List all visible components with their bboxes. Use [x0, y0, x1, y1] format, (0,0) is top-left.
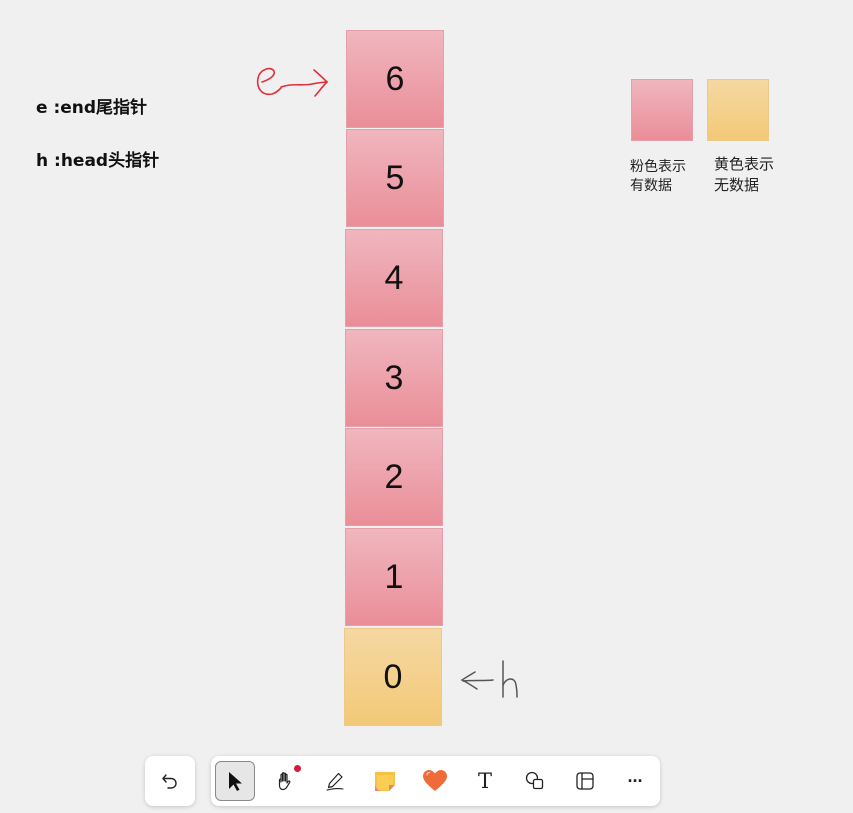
- heart-icon: [423, 770, 447, 791]
- head-pointer-ink-arrow[interactable]: [455, 655, 525, 700]
- sticky-note-tool-button[interactable]: [365, 761, 405, 801]
- queue-cell-2[interactable]: 2: [345, 428, 443, 526]
- end-pointer-note[interactable]: e :end尾指针: [36, 93, 147, 118]
- legend-yellow-line2: 无数据: [714, 176, 760, 194]
- undo-icon: [162, 774, 177, 789]
- end-pointer-ink-arrow[interactable]: [250, 60, 335, 105]
- head-pointer-note[interactable]: h :head头指针: [36, 146, 159, 171]
- pen-tool-button[interactable]: [315, 761, 355, 801]
- queue-cell-5[interactable]: 5: [346, 129, 444, 227]
- notification-dot: [294, 765, 301, 772]
- hand-icon: [278, 772, 291, 791]
- reaction-tool-button[interactable]: [415, 761, 455, 801]
- shapes-tool-button[interactable]: [515, 761, 555, 801]
- legend-pink-line2: 有数据: [630, 178, 672, 194]
- cursor-arrow-icon: [229, 772, 242, 791]
- select-tool-button[interactable]: [215, 761, 255, 801]
- whiteboard-canvas[interactable]: e :end尾指针 h :head头指针 6 5 4 3 2 1 0 粉色表示 …: [0, 0, 853, 813]
- queue-cell-4[interactable]: 4: [345, 229, 443, 327]
- text-icon: T: [477, 769, 492, 793]
- legend-swatch-yellow[interactable]: [707, 79, 769, 141]
- legend-label-pink[interactable]: 粉色表示 有数据: [630, 158, 686, 196]
- more-tool-button[interactable]: ···: [615, 761, 655, 801]
- queue-cell-0[interactable]: 0: [344, 628, 442, 726]
- layout-icon: [576, 772, 594, 790]
- more-icon: ···: [627, 770, 644, 791]
- legend-swatch-pink[interactable]: [631, 79, 693, 141]
- sticky-note-icon: [375, 772, 395, 791]
- pen-icon: [326, 772, 344, 791]
- queue-cell-3[interactable]: 3: [345, 329, 443, 427]
- queue-cell-1[interactable]: 1: [345, 528, 443, 626]
- legend-label-yellow[interactable]: 黄色表示 无数据: [714, 154, 774, 196]
- pan-tool-button[interactable]: [265, 761, 305, 801]
- template-tool-button[interactable]: [565, 761, 605, 801]
- legend-pink-line1: 粉色表示: [630, 159, 686, 175]
- queue-cell-6[interactable]: 6: [346, 30, 444, 128]
- drawing-toolbar: T ···: [211, 756, 660, 806]
- legend-yellow-line1: 黄色表示: [714, 155, 775, 173]
- shapes-icon: [525, 771, 544, 790]
- text-tool-button[interactable]: T: [465, 761, 505, 801]
- undo-button[interactable]: [145, 756, 195, 806]
